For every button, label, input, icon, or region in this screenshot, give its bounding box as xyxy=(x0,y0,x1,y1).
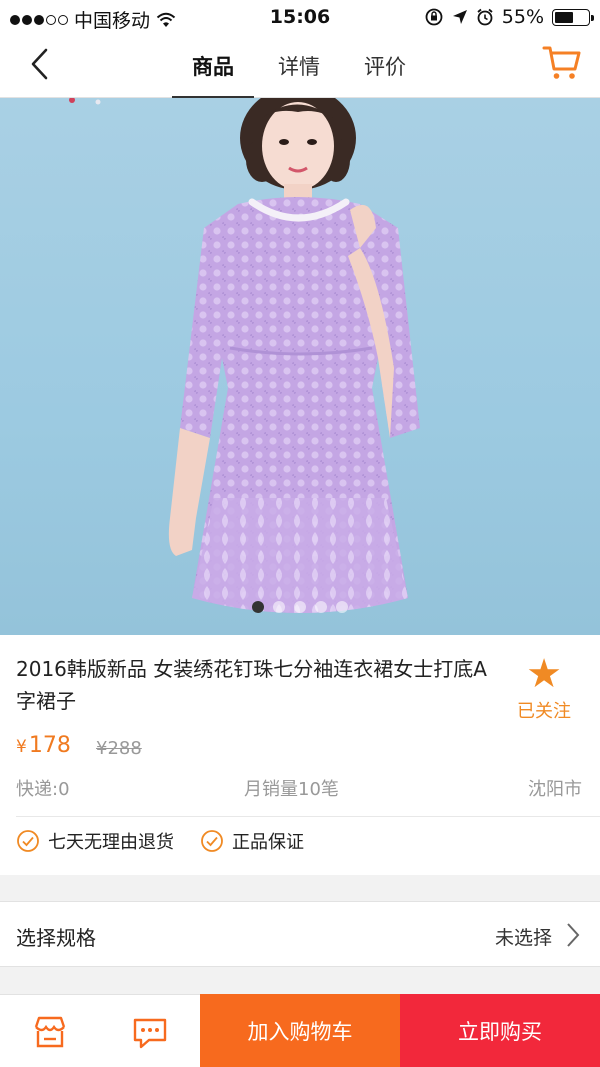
guarantee-label: 七天无理由退货 xyxy=(48,832,174,853)
location-arrow-icon xyxy=(452,10,467,24)
bottom-action-bar: 加入购物车 立即购买 xyxy=(0,994,600,1067)
tab-reviews[interactable]: 评价 xyxy=(342,34,428,98)
battery-percent: 55% xyxy=(501,6,544,28)
price-value: 178 xyxy=(28,733,71,758)
status-right: 55% xyxy=(424,6,594,28)
guarantee-list: 七天无理由退货 正品保证 xyxy=(16,828,304,854)
guarantee-return: 七天无理由退货 xyxy=(16,828,174,854)
chat-button[interactable] xyxy=(100,995,200,1067)
alarm-icon xyxy=(477,8,493,26)
carousel-dots[interactable] xyxy=(0,601,600,613)
store-icon xyxy=(34,1016,66,1047)
shop-button[interactable] xyxy=(0,995,100,1067)
buy-now-button[interactable]: 立即购买 xyxy=(400,994,600,1067)
select-spec-row[interactable]: 选择规格 未选择 xyxy=(0,901,600,967)
star-icon: ★ xyxy=(526,651,562,697)
battery-fill xyxy=(555,11,573,23)
follow-label: 已关注 xyxy=(517,701,571,722)
carousel-dot[interactable] xyxy=(294,601,306,613)
nav-tabs: 商品 详情 评价 xyxy=(170,34,428,99)
product-title: 2016韩版新品 女装绣花钉珠七分袖连衣裙女士打底A字裙子 xyxy=(16,657,487,713)
product-detail-page: 中国移动 15:06 55% 商品 详情 评价 2016韩版新品 女装绣花钉珠七… xyxy=(0,0,600,1067)
carousel-dot[interactable] xyxy=(273,601,285,613)
rotation-lock-icon xyxy=(425,8,443,26)
carousel-dot[interactable] xyxy=(315,601,327,613)
carousel-dot[interactable] xyxy=(336,601,348,613)
shopping-cart-icon xyxy=(542,46,581,79)
check-circle-icon xyxy=(17,830,39,852)
original-price: ¥288 xyxy=(96,738,142,759)
guarantee-label: 正品保证 xyxy=(232,832,304,853)
current-price: ¥178 xyxy=(16,733,71,758)
spec-label: 选择规格 xyxy=(16,926,96,950)
follow-button[interactable]: ★ 已关注 xyxy=(510,653,578,723)
check-circle-icon xyxy=(201,830,223,852)
chevron-right-icon xyxy=(567,923,580,947)
navigation-bar: 商品 详情 评价 xyxy=(0,34,600,99)
chat-bubble-icon xyxy=(133,1018,167,1048)
status-bar: 中国移动 15:06 55% xyxy=(0,0,600,34)
add-to-cart-button[interactable]: 加入购物车 xyxy=(200,994,400,1067)
product-image-carousel[interactable] xyxy=(0,98,600,635)
battery-icon xyxy=(552,8,594,26)
divider xyxy=(16,816,600,817)
product-info: 2016韩版新品 女装绣花钉珠七分袖连衣裙女士打底A字裙子 ★ 已关注 ¥178… xyxy=(0,635,600,875)
ship-from-city: 沈阳市 xyxy=(528,779,582,800)
shipping-fee: 快递:0 xyxy=(16,779,70,800)
carousel-dot[interactable] xyxy=(252,601,264,613)
guarantee-authentic: 正品保证 xyxy=(200,828,304,854)
cart-button[interactable] xyxy=(540,40,584,84)
product-photo xyxy=(69,98,420,613)
monthly-sales: 月销量10笔 xyxy=(244,779,339,800)
tab-details[interactable]: 详情 xyxy=(256,34,342,98)
tab-product[interactable]: 商品 xyxy=(170,34,256,99)
chevron-left-icon xyxy=(31,48,48,80)
spec-value: 未选择 xyxy=(494,927,552,949)
back-button[interactable] xyxy=(18,42,62,86)
currency-symbol: ¥ xyxy=(16,737,27,757)
